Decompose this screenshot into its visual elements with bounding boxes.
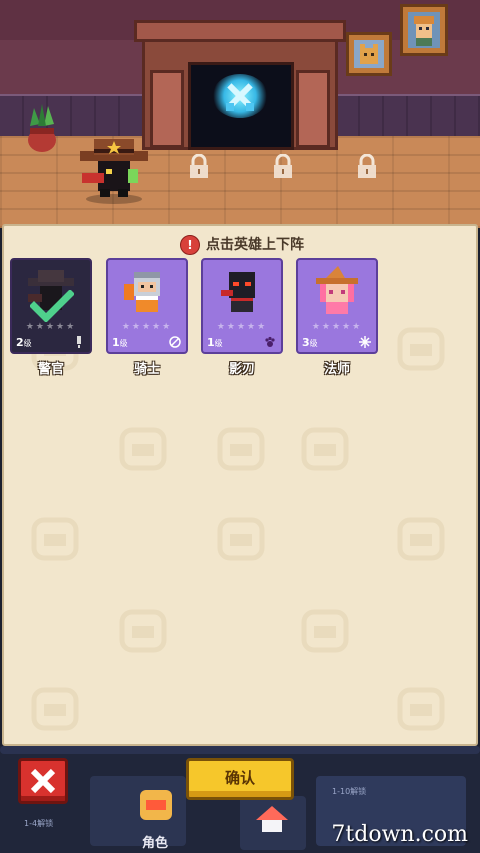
- hero-selection-panel: ! 点击英雄上下阵 ★★★★★ 2级 警官 ★★★★★ 1级 骑士 ★★★★★ …: [2, 224, 478, 746]
- cat-portrait-icon: [360, 44, 378, 64]
- placeholder-slot-icon: [119, 609, 167, 653]
- portal-cap: [134, 20, 346, 42]
- hero-level: 1级: [112, 336, 128, 349]
- unlock-label: 1-10解锁: [332, 787, 367, 796]
- hint-text: 点击英雄上下阵: [206, 237, 304, 253]
- hero-card-shadowblade[interactable]: ★★★★★ 1级: [201, 258, 283, 354]
- portrait-frame-hero: [400, 4, 448, 56]
- hero-level: 3级: [302, 336, 318, 349]
- placeholder-slot-icon: [119, 427, 167, 471]
- blurred-background: [0, 746, 480, 754]
- hero-card-police[interactable]: ★★★★★ 2级: [10, 258, 92, 354]
- level-value: 2: [16, 336, 24, 349]
- level-unit: 级: [23, 339, 32, 348]
- close-icon: [30, 768, 56, 794]
- hero-stars: ★★★★★: [25, 322, 77, 332]
- hero-name-knight: 骑士: [133, 362, 160, 377]
- left-pillar: [150, 70, 184, 148]
- placeholder-slot-icon: [301, 427, 349, 471]
- close-button[interactable]: [18, 758, 68, 804]
- hero-stars: ★★★★★: [216, 322, 268, 332]
- placeholder-slot-icon: [217, 517, 265, 561]
- level-value: 1: [207, 336, 215, 349]
- level-unit: 级: [119, 339, 128, 348]
- placeholder-slot-icon: [31, 687, 79, 731]
- hero-stars: ★★★★★: [311, 322, 363, 332]
- placeholder-slot-icon: [31, 517, 79, 561]
- hero-level: 1级: [207, 336, 223, 349]
- hero-name-shadowblade: 影刃: [228, 362, 255, 377]
- shadowblade-portrait-icon: [221, 272, 255, 312]
- placeholder-slot-icon: [301, 609, 349, 653]
- knight-portrait-icon: [124, 272, 160, 312]
- paw-icon: [265, 336, 275, 347]
- lock-icon: [190, 154, 208, 178]
- bullet-icon: [77, 336, 81, 348]
- hero-stars: ★★★★★: [121, 322, 173, 332]
- confirm-button[interactable]: 确认: [186, 758, 294, 800]
- shield-icon: [169, 336, 181, 348]
- mage-portrait-icon: [316, 266, 358, 314]
- spark-icon: [359, 336, 371, 348]
- crossed-swords-icon: [226, 83, 254, 111]
- unlock-label: 1-4解锁: [24, 819, 54, 828]
- cowboy-hero-sprite: [80, 139, 148, 204]
- level-value: 1: [112, 336, 120, 349]
- portrait-frame-cat: [346, 32, 392, 76]
- potted-plant-icon: [28, 104, 56, 152]
- level-unit: 级: [214, 339, 223, 348]
- placeholder-slot-icon: [397, 687, 445, 731]
- lock-icon: [358, 154, 376, 178]
- hall-scene: [0, 0, 480, 228]
- hero-name-police: 警官: [37, 362, 64, 377]
- placeholder-slot-icon: [217, 427, 265, 471]
- home-tab-icon: [256, 806, 288, 832]
- hero-tab-icon: [140, 790, 172, 820]
- bottom-bar: 1-4解锁 1-10解锁 角色 确认 7tdown.com: [0, 746, 480, 853]
- hero-card-mage[interactable]: ★★★★★ 3级: [296, 258, 378, 354]
- site-watermark: 7tdown.com: [331, 822, 468, 847]
- alert-icon: !: [180, 235, 200, 255]
- hero-card-knight[interactable]: ★★★★★ 1级: [106, 258, 188, 354]
- level-value: 3: [302, 336, 310, 349]
- hero-portrait-icon: [414, 16, 434, 46]
- deployed-check-icon: [30, 290, 74, 322]
- level-unit: 级: [309, 339, 318, 348]
- hero-name-mage: 法师: [323, 362, 350, 377]
- placeholder-slot-icon: [397, 517, 445, 561]
- lock-icon: [274, 154, 292, 178]
- hero-level: 2级: [16, 336, 32, 349]
- placeholder-slot-icon: [397, 327, 445, 371]
- right-pillar: [296, 70, 330, 148]
- deploy-hint: ! 点击英雄上下阵: [4, 234, 476, 256]
- hero-tab-label[interactable]: 角色: [142, 832, 168, 851]
